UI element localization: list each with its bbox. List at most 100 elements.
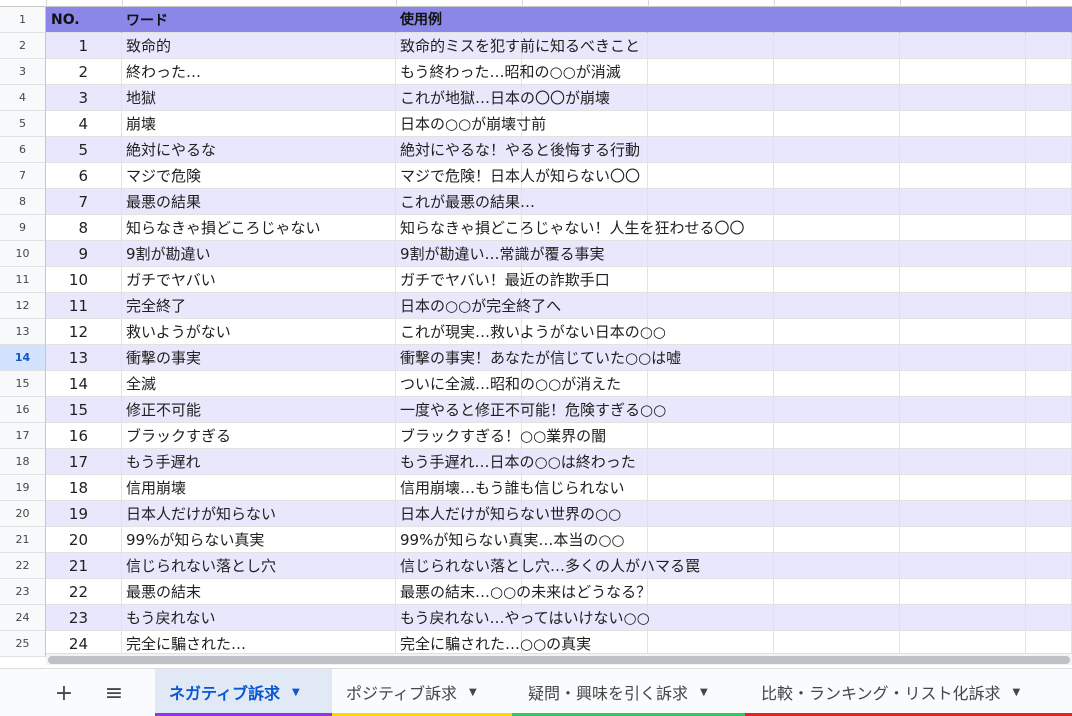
empty-cell[interactable] bbox=[522, 189, 648, 215]
cell-word[interactable]: 地獄 bbox=[122, 85, 396, 111]
empty-cell[interactable] bbox=[774, 293, 900, 319]
empty-cell[interactable] bbox=[648, 85, 774, 111]
empty-cell[interactable] bbox=[648, 449, 774, 475]
cell-no[interactable]: 8 bbox=[46, 215, 122, 241]
empty-cell[interactable] bbox=[900, 449, 1026, 475]
cell-no[interactable]: 13 bbox=[46, 345, 122, 371]
cell-no[interactable]: 15 bbox=[46, 397, 122, 423]
cell-example[interactable]: ブラックすぎる！○○業界の闇 bbox=[396, 423, 606, 449]
cell-word[interactable]: 終わった… bbox=[122, 59, 396, 85]
empty-cell[interactable] bbox=[1026, 137, 1072, 163]
empty-cell[interactable] bbox=[774, 423, 900, 449]
cell-example[interactable]: ついに全滅…昭和の○○が消えた bbox=[396, 371, 621, 397]
cell-example[interactable]: もう手遅れ…日本の○○は終わった bbox=[396, 449, 636, 475]
empty-cell[interactable] bbox=[774, 345, 900, 371]
cell-word[interactable]: もう戻れない bbox=[122, 605, 396, 631]
row-number[interactable]: 21 bbox=[0, 527, 46, 553]
cell-word[interactable]: 絶対にやるな bbox=[122, 137, 396, 163]
empty-cell[interactable] bbox=[900, 163, 1026, 189]
empty-cell[interactable] bbox=[648, 293, 774, 319]
cell-no[interactable]: 16 bbox=[46, 423, 122, 449]
row-number[interactable]: 5 bbox=[0, 111, 46, 137]
empty-cell[interactable] bbox=[900, 111, 1026, 137]
cell-example[interactable]: マジで危険！日本人が知らない〇〇 bbox=[396, 163, 640, 189]
empty-cell[interactable] bbox=[648, 319, 774, 345]
cell-word[interactable]: 修正不可能 bbox=[122, 397, 396, 423]
row-number[interactable]: 18 bbox=[0, 449, 46, 475]
row-number[interactable]: 1 bbox=[0, 7, 46, 33]
empty-cell[interactable] bbox=[774, 501, 900, 527]
empty-cell[interactable] bbox=[900, 527, 1026, 553]
empty-cell[interactable] bbox=[1026, 163, 1072, 189]
empty-cell[interactable] bbox=[1026, 449, 1072, 475]
cell-word[interactable]: 救いようがない bbox=[122, 319, 396, 345]
empty-cell[interactable] bbox=[648, 423, 774, 449]
empty-cell[interactable] bbox=[900, 293, 1026, 319]
cell-word[interactable]: 最悪の結果 bbox=[122, 189, 396, 215]
row-number[interactable]: 2 bbox=[0, 33, 46, 59]
cell-no[interactable]: 23 bbox=[46, 605, 122, 631]
cell-example[interactable]: 日本の○○が完全終了へ bbox=[396, 293, 561, 319]
empty-cell[interactable] bbox=[648, 137, 774, 163]
empty-cell[interactable] bbox=[522, 7, 648, 33]
empty-cell[interactable] bbox=[774, 241, 900, 267]
cell-word[interactable]: 衝撃の事実 bbox=[122, 345, 396, 371]
empty-cell[interactable] bbox=[1026, 85, 1072, 111]
empty-cell[interactable] bbox=[900, 137, 1026, 163]
tab-comparison-ranking[interactable]: 比較・ランキング・リスト化訴求 ▼ bbox=[745, 669, 1072, 716]
empty-cell[interactable] bbox=[1026, 59, 1072, 85]
cell-no[interactable]: 21 bbox=[46, 553, 122, 579]
empty-cell[interactable] bbox=[1026, 397, 1072, 423]
row-number[interactable]: 24 bbox=[0, 605, 46, 631]
cell-word[interactable]: 致命的 bbox=[122, 33, 396, 59]
cell-word[interactable]: 最悪の結末 bbox=[122, 579, 396, 605]
row-number[interactable]: 25 bbox=[0, 631, 46, 657]
cell-example[interactable]: ガチでヤバい！最近の詐欺手口 bbox=[396, 267, 610, 293]
cell-word[interactable]: 信用崩壊 bbox=[122, 475, 396, 501]
empty-cell[interactable] bbox=[648, 501, 774, 527]
empty-cell[interactable] bbox=[774, 527, 900, 553]
row-number[interactable]: 9 bbox=[0, 215, 46, 241]
empty-cell[interactable] bbox=[900, 423, 1026, 449]
row-number[interactable]: 6 bbox=[0, 137, 46, 163]
row-number[interactable]: 7 bbox=[0, 163, 46, 189]
header-no[interactable]: NO. bbox=[46, 7, 122, 33]
cell-example[interactable]: 完全に騙された…○○の真実 bbox=[396, 631, 591, 657]
empty-cell[interactable] bbox=[1026, 267, 1072, 293]
row-number[interactable]: 15 bbox=[0, 371, 46, 397]
chevron-down-icon[interactable]: ▼ bbox=[700, 687, 708, 698]
row-number[interactable]: 14 bbox=[0, 345, 46, 371]
cell-no[interactable]: 11 bbox=[46, 293, 122, 319]
empty-cell[interactable] bbox=[774, 111, 900, 137]
cell-example[interactable]: 衝撃の事実！あなたが信じていた○○は嘘 bbox=[396, 345, 681, 371]
empty-cell[interactable] bbox=[900, 33, 1026, 59]
empty-cell[interactable] bbox=[1026, 293, 1072, 319]
empty-cell[interactable] bbox=[900, 319, 1026, 345]
empty-cell[interactable] bbox=[900, 371, 1026, 397]
empty-cell[interactable] bbox=[648, 527, 774, 553]
empty-cell[interactable] bbox=[774, 33, 900, 59]
cell-no[interactable]: 1 bbox=[46, 33, 122, 59]
row-number[interactable]: 12 bbox=[0, 293, 46, 319]
row-number[interactable]: 16 bbox=[0, 397, 46, 423]
add-sheet-button[interactable]: + bbox=[46, 677, 82, 709]
empty-cell[interactable] bbox=[900, 267, 1026, 293]
empty-cell[interactable] bbox=[1026, 527, 1072, 553]
empty-cell[interactable] bbox=[900, 475, 1026, 501]
cell-word[interactable]: 全滅 bbox=[122, 371, 396, 397]
row-number[interactable]: 17 bbox=[0, 423, 46, 449]
cell-no[interactable]: 5 bbox=[46, 137, 122, 163]
cell-example[interactable]: 日本の○○が崩壊寸前 bbox=[396, 111, 546, 137]
cell-no[interactable]: 10 bbox=[46, 267, 122, 293]
cell-no[interactable]: 7 bbox=[46, 189, 122, 215]
empty-cell[interactable] bbox=[774, 163, 900, 189]
chevron-down-icon[interactable]: ▼ bbox=[469, 687, 477, 698]
empty-cell[interactable] bbox=[1026, 345, 1072, 371]
header-example[interactable]: 使用例 bbox=[396, 7, 522, 33]
empty-cell[interactable] bbox=[774, 59, 900, 85]
cell-example[interactable]: 信用崩壊…もう誰も信じられない bbox=[396, 475, 625, 501]
empty-cell[interactable] bbox=[900, 7, 1026, 33]
all-sheets-button[interactable]: ≡ bbox=[96, 677, 132, 709]
empty-cell[interactable] bbox=[648, 189, 774, 215]
row-number[interactable]: 4 bbox=[0, 85, 46, 111]
